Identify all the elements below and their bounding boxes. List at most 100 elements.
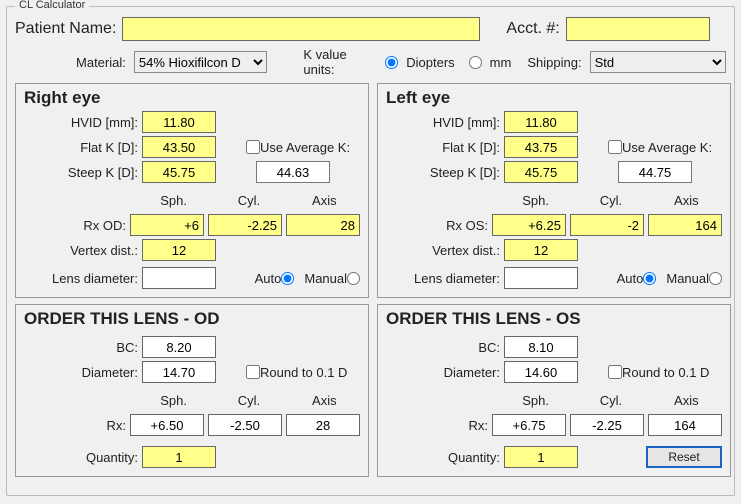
left-eye-panel: Left eye HVID [mm]: Flat K [D]: Use Aver… bbox=[377, 83, 731, 298]
r-auto-label: Auto bbox=[255, 271, 282, 286]
l-col-cyl: Cyl. bbox=[575, 193, 646, 208]
r-avg-k-value: 44.63 bbox=[256, 161, 330, 183]
r-hvid-input[interactable] bbox=[142, 111, 216, 133]
patient-name-input[interactable] bbox=[122, 17, 480, 41]
os-col-sph: Sph. bbox=[500, 393, 571, 408]
l-vertex-input[interactable] bbox=[504, 239, 578, 261]
r-lensdia-input[interactable] bbox=[142, 267, 216, 289]
os-rx-axis-input[interactable] bbox=[648, 414, 722, 436]
l-use-avg-k-label: Use Average K: bbox=[622, 140, 712, 155]
r-manual-label: Manual bbox=[304, 271, 347, 286]
order-od-title: ORDER THIS LENS - OD bbox=[24, 309, 360, 329]
kunits-label: K value units: bbox=[303, 47, 377, 77]
od-col-cyl: Cyl. bbox=[213, 393, 284, 408]
l-steepk-input[interactable] bbox=[504, 161, 578, 183]
l-manual-radio[interactable] bbox=[709, 272, 722, 285]
od-round-checkbox[interactable] bbox=[246, 365, 260, 379]
r-hvid-label: HVID [mm]: bbox=[24, 115, 142, 130]
r-rx-cyl-input[interactable] bbox=[208, 214, 282, 236]
material-select[interactable]: 54% Hioxifilcon D bbox=[134, 51, 267, 73]
l-rx-axis-input[interactable] bbox=[648, 214, 722, 236]
os-bc-input[interactable] bbox=[504, 336, 578, 358]
od-dia-input[interactable] bbox=[142, 361, 216, 383]
cl-calculator-group: CL Calculator Patient Name: Acct. #: Mat… bbox=[6, 6, 735, 496]
os-dia-input[interactable] bbox=[504, 361, 578, 383]
l-steepk-label: Steep K [D]: bbox=[386, 165, 504, 180]
os-qty-label: Quantity: bbox=[386, 450, 504, 465]
right-eye-title: Right eye bbox=[24, 88, 360, 108]
r-rx-axis-input[interactable] bbox=[286, 214, 360, 236]
od-col-axis: Axis bbox=[289, 393, 360, 408]
order-os-title: ORDER THIS LENS - OS bbox=[386, 309, 722, 329]
l-col-sph: Sph. bbox=[500, 193, 571, 208]
l-avg-k-value: 44.75 bbox=[618, 161, 692, 183]
l-rx-cyl-input[interactable] bbox=[570, 214, 644, 236]
r-flatk-label: Flat K [D]: bbox=[24, 140, 142, 155]
kunits-diopters-label: Diopters bbox=[406, 55, 454, 70]
od-rx-axis-input[interactable] bbox=[286, 414, 360, 436]
right-eye-panel: Right eye HVID [mm]: Flat K [D]: Use Ave… bbox=[15, 83, 369, 298]
l-flatk-input[interactable] bbox=[504, 136, 578, 158]
od-bc-label: BC: bbox=[24, 340, 142, 355]
l-lensdia-input[interactable] bbox=[504, 267, 578, 289]
r-manual-radio[interactable] bbox=[347, 272, 360, 285]
l-hvid-input[interactable] bbox=[504, 111, 578, 133]
order-os-panel: ORDER THIS LENS - OS BC: Diameter: Round… bbox=[377, 304, 731, 477]
os-rx-label: Rx: bbox=[386, 418, 492, 433]
l-use-avg-k-checkbox[interactable] bbox=[608, 140, 622, 154]
eye-panels: Right eye HVID [mm]: Flat K [D]: Use Ave… bbox=[15, 83, 726, 298]
reset-button[interactable]: Reset bbox=[646, 446, 722, 468]
kunits-diopters-radio[interactable] bbox=[385, 56, 398, 69]
shipping-select[interactable]: Std bbox=[590, 51, 726, 73]
od-rx-cyl-input[interactable] bbox=[208, 414, 282, 436]
acct-label: Acct. #: bbox=[506, 20, 559, 38]
r-rx-label: Rx OD: bbox=[24, 218, 130, 233]
od-qty-input[interactable] bbox=[142, 446, 216, 468]
od-round-label: Round to 0.1 D bbox=[260, 365, 347, 380]
l-flatk-label: Flat K [D]: bbox=[386, 140, 504, 155]
r-use-avg-k-label: Use Average K: bbox=[260, 140, 350, 155]
acct-input[interactable] bbox=[566, 17, 710, 41]
l-auto-label: Auto bbox=[617, 271, 644, 286]
os-rx-cyl-input[interactable] bbox=[570, 414, 644, 436]
l-lensdia-label: Lens diameter: bbox=[386, 271, 504, 286]
os-rx-sph-input[interactable] bbox=[492, 414, 566, 436]
r-auto-radio[interactable] bbox=[281, 272, 294, 285]
r-vertex-label: Vertex dist.: bbox=[24, 243, 142, 258]
od-qty-label: Quantity: bbox=[24, 450, 142, 465]
os-round-checkbox[interactable] bbox=[608, 365, 622, 379]
patient-name-label: Patient Name: bbox=[15, 20, 116, 38]
l-auto-radio[interactable] bbox=[643, 272, 656, 285]
od-bc-input[interactable] bbox=[142, 336, 216, 358]
od-rx-sph-input[interactable] bbox=[130, 414, 204, 436]
r-flatk-input[interactable] bbox=[142, 136, 216, 158]
r-use-avg-k-checkbox[interactable] bbox=[246, 140, 260, 154]
os-bc-label: BC: bbox=[386, 340, 504, 355]
top-row: Patient Name: Acct. #: bbox=[15, 17, 726, 41]
r-col-sph: Sph. bbox=[138, 193, 209, 208]
l-hvid-label: HVID [mm]: bbox=[386, 115, 504, 130]
order-od-panel: ORDER THIS LENS - OD BC: Diameter: Round… bbox=[15, 304, 369, 477]
shipping-label: Shipping: bbox=[527, 55, 581, 70]
material-label: Material: bbox=[76, 55, 126, 70]
kunits-mm-label: mm bbox=[490, 55, 512, 70]
l-vertex-label: Vertex dist.: bbox=[386, 243, 504, 258]
os-col-axis: Axis bbox=[651, 393, 722, 408]
r-col-cyl: Cyl. bbox=[213, 193, 284, 208]
os-dia-label: Diameter: bbox=[386, 365, 504, 380]
os-qty-input[interactable] bbox=[504, 446, 578, 468]
r-col-axis: Axis bbox=[289, 193, 360, 208]
l-col-axis: Axis bbox=[651, 193, 722, 208]
left-eye-title: Left eye bbox=[386, 88, 722, 108]
settings-row: Material: 54% Hioxifilcon D K value unit… bbox=[15, 47, 726, 77]
l-rx-sph-input[interactable] bbox=[492, 214, 566, 236]
order-panels: ORDER THIS LENS - OD BC: Diameter: Round… bbox=[15, 304, 726, 477]
os-round-label: Round to 0.1 D bbox=[622, 365, 709, 380]
od-rx-label: Rx: bbox=[24, 418, 130, 433]
r-vertex-input[interactable] bbox=[142, 239, 216, 261]
kunits-mm-radio[interactable] bbox=[469, 56, 482, 69]
os-col-cyl: Cyl. bbox=[575, 393, 646, 408]
r-steepk-input[interactable] bbox=[142, 161, 216, 183]
r-rx-sph-input[interactable] bbox=[130, 214, 204, 236]
group-legend: CL Calculator bbox=[15, 0, 89, 11]
